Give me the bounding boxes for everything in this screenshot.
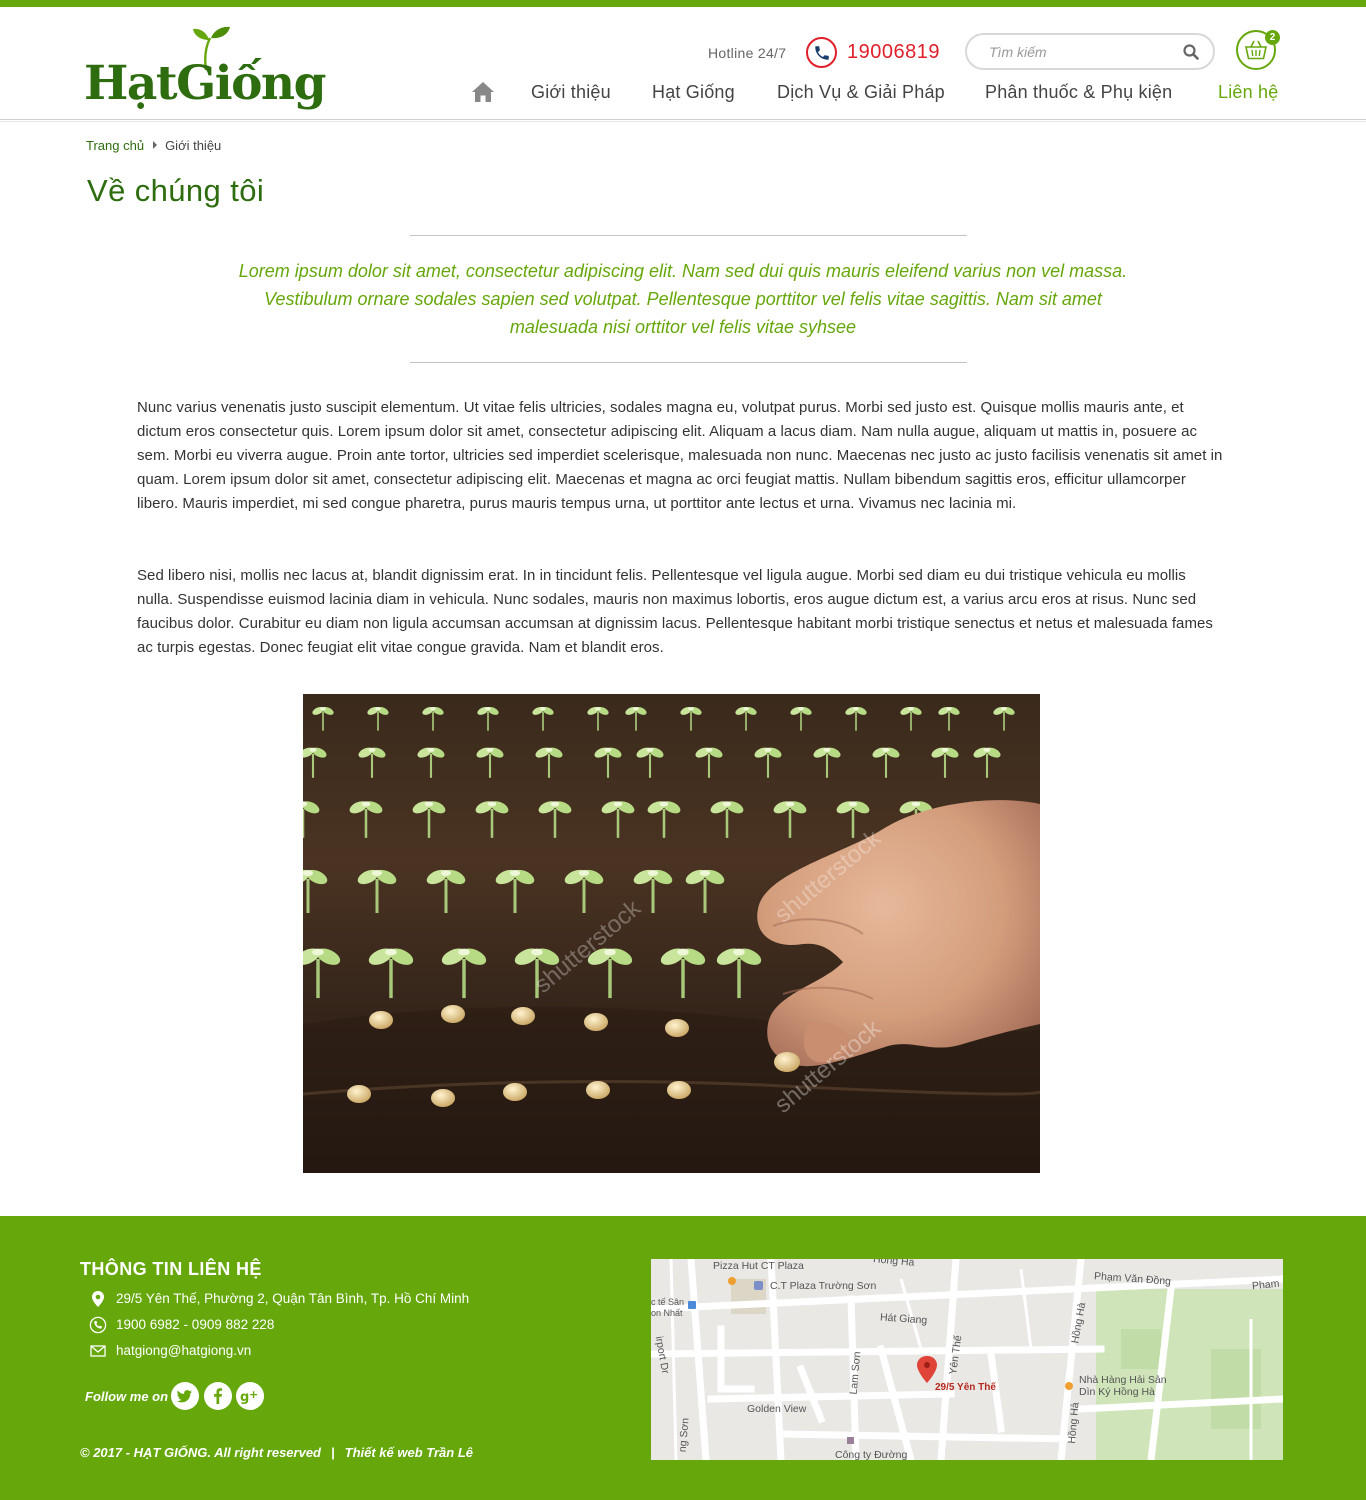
breadcrumb-current: Giới thiệu <box>165 138 222 153</box>
location-pin-icon <box>92 1291 104 1307</box>
cart-button[interactable]: 2 <box>1236 30 1280 70</box>
map-label: Golden View <box>747 1403 807 1415</box>
map-label: C.T Plaza Trường Sơn <box>770 1280 877 1292</box>
map-label: Công ty Đường <box>835 1449 908 1460</box>
footer-heading: THÔNG TIN LIÊN HỆ <box>80 1259 262 1279</box>
designer-link[interactable]: Thiết kế web Trần Lê <box>345 1445 473 1460</box>
facebook-icon[interactable] <box>204 1382 232 1410</box>
map-label: on Nhất <box>651 1308 683 1318</box>
location-map[interactable]: Pizza Hut CT Plaza C.T Plaza Trường Sơn … <box>651 1259 1283 1460</box>
follow-label: Follow me on <box>85 1389 169 1404</box>
twitter-icon[interactable] <box>171 1382 199 1410</box>
hotline-number[interactable]: 19006819 <box>847 41 940 64</box>
intro-quote: Lorem ipsum dolor sit amet, consectetur … <box>238 261 1128 337</box>
nav-item-lien-he[interactable]: Liên hệ <box>1218 82 1278 103</box>
header-divider <box>0 119 1366 122</box>
hotline-label: Hotline 24/7 <box>708 45 787 61</box>
copyright-line: © 2017 - HẠT GIỐNG. All right reserved | T… <box>80 1445 473 1460</box>
search-icon[interactable] <box>1182 43 1200 61</box>
search-box <box>965 33 1215 70</box>
basket-icon <box>1245 40 1267 60</box>
nav-item-phan-thuoc[interactable]: Phân thuốc & Phụ kiện <box>985 82 1172 103</box>
nav-item-dich-vu[interactable]: Dịch Vụ & Giải Pháp <box>777 82 945 103</box>
map-label: Pizza Hut CT Plaza <box>713 1260 804 1272</box>
home-icon[interactable] <box>471 81 495 103</box>
body-paragraph: Nunc varius venenatis justo suscipit ele… <box>137 399 1223 512</box>
planting-seeds-photo: shutterstock shutterstock shutterstock <box>303 694 1040 1173</box>
map-marker-icon <box>917 1356 937 1383</box>
map-pin-label: 29/5 Yên Thế <box>935 1382 996 1393</box>
quote-divider-bottom <box>410 362 967 363</box>
quote-divider-top <box>410 235 967 236</box>
google-plus-icon[interactable]: g + <box>236 1382 264 1410</box>
copyright-separator: | <box>331 1445 335 1460</box>
svg-text:+: + <box>249 1388 258 1401</box>
envelope-icon <box>90 1345 106 1357</box>
search-input[interactable] <box>989 43 1169 61</box>
map-label: c tế Sân <box>651 1297 685 1307</box>
page-title: Về chúng tôi <box>87 173 265 208</box>
cart-count-badge: 2 <box>1265 30 1280 45</box>
nav-item-gioi-thieu[interactable]: Giới thiệu <box>531 82 611 103</box>
body-paragraph: Sed libero nisi, mollis nec lacus at, bl… <box>137 567 1213 656</box>
phone-icon <box>89 1316 107 1334</box>
map-label: Nhà Hàng Hải Sản <box>1079 1374 1167 1386</box>
copyright-text: © 2017 - HẠT GIỐNG. All right reserved <box>80 1445 321 1460</box>
top-accent-bar <box>0 0 1366 7</box>
breadcrumb-home-link[interactable]: Trang chủ <box>86 138 144 153</box>
breadcrumb-arrow-icon <box>153 141 158 149</box>
main-nav: Giới thiệu Hạt Giống Dịch Vụ & Giải Pháp… <box>0 78 1366 112</box>
svg-text:g: g <box>240 1390 249 1405</box>
site-footer: THÔNG TIN LIÊN HỆ 29/5 Yên Thế, Phường 2… <box>0 1216 1366 1500</box>
map-label: Dìn Ký Hồng Hà <box>1079 1386 1155 1398</box>
phone-icon <box>806 37 837 68</box>
breadcrumb: Trang chủ Giới thiệu <box>86 138 221 153</box>
nav-item-hat-giong[interactable]: Hạt Giống <box>652 82 735 103</box>
